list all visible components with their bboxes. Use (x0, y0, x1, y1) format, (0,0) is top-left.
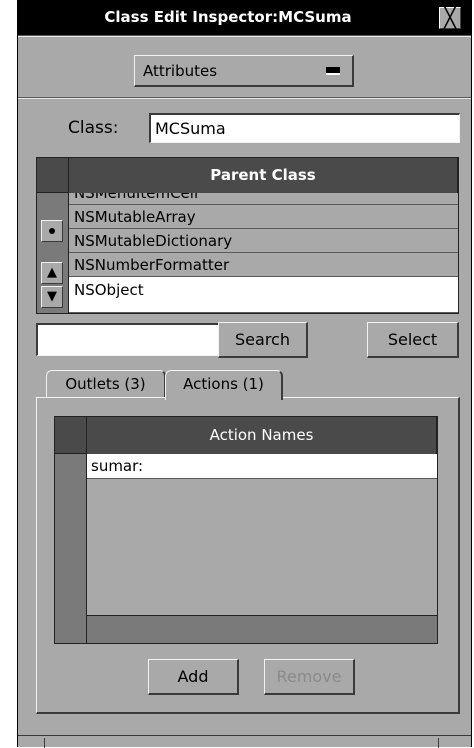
list-item[interactable]: NSNumberFormatter (69, 253, 458, 277)
class-name-value: MCSuma (155, 119, 226, 138)
search-input[interactable] (36, 323, 222, 356)
tab-view: Action Names sumar: Add Remove (36, 397, 460, 714)
class-label: Class: (68, 118, 119, 138)
parent-class-header: Parent Class (69, 158, 458, 193)
window-title: Class Edit Inspector:MCSuma (104, 8, 352, 26)
parent-class-column: Parent Class NSMenuItemCell NSMutableArr… (69, 158, 458, 313)
action-name-cell[interactable]: sumar: (91, 457, 143, 475)
tab-actions[interactable]: Actions (1) (165, 370, 283, 400)
divider (18, 35, 471, 37)
list-item[interactable]: NSMenuItemCell (69, 193, 458, 205)
tab-outlets[interactable]: Outlets (3) (46, 370, 166, 398)
parent-class-list[interactable]: NSMenuItemCell NSMutableArray NSMutableD… (69, 193, 458, 313)
scroll-up-icon[interactable]: ▲ (41, 262, 63, 284)
table-row[interactable]: sumar: (87, 454, 437, 479)
parent-class-browser: ▲ ▼ Parent Class NSMenuItemCell NSMutabl… (36, 157, 459, 314)
divider (18, 97, 471, 99)
search-button[interactable]: Search (218, 322, 308, 358)
scroller-header (37, 158, 68, 193)
title-bar[interactable]: Class Edit Inspector:MCSuma ╳ (18, 0, 471, 35)
scroll-knob[interactable] (41, 220, 63, 242)
inspector-mode-popup[interactable]: Attributes (134, 55, 354, 87)
close-icon[interactable]: ╳ (439, 7, 461, 29)
add-button[interactable]: Add (148, 659, 239, 695)
table-row-gutter (55, 454, 87, 643)
search-button-label: Search (235, 330, 290, 349)
table-corner (55, 417, 87, 454)
list-item[interactable]: NSMutableArray (69, 205, 458, 229)
list-item[interactable]: NSMutableDictionary (69, 229, 458, 253)
tab-outlets-label: Outlets (3) (65, 375, 146, 393)
select-button-label: Select (387, 330, 438, 349)
select-button[interactable]: Select (367, 322, 459, 358)
popup-arrow-icon (326, 67, 340, 75)
tab-actions-label: Actions (1) (183, 375, 264, 393)
action-names-header: Action Names (87, 417, 437, 454)
add-button-label: Add (177, 667, 209, 686)
list-item-selected[interactable]: NSObject (69, 277, 458, 313)
remove-button[interactable]: Remove (264, 659, 355, 695)
scroll-down-icon[interactable]: ▼ (41, 286, 63, 308)
inspector-window: Class Edit Inspector:MCSuma ╳ Attributes… (17, 0, 472, 748)
popup-label: Attributes (143, 62, 218, 80)
action-names-table: Action Names sumar: (54, 416, 438, 644)
bottom-status-strip (18, 735, 471, 748)
table-bottom-bar (87, 615, 437, 643)
class-name-field[interactable]: MCSuma (149, 113, 460, 143)
remove-button-label: Remove (276, 667, 342, 686)
browser-scroller[interactable]: ▲ ▼ (37, 158, 69, 313)
